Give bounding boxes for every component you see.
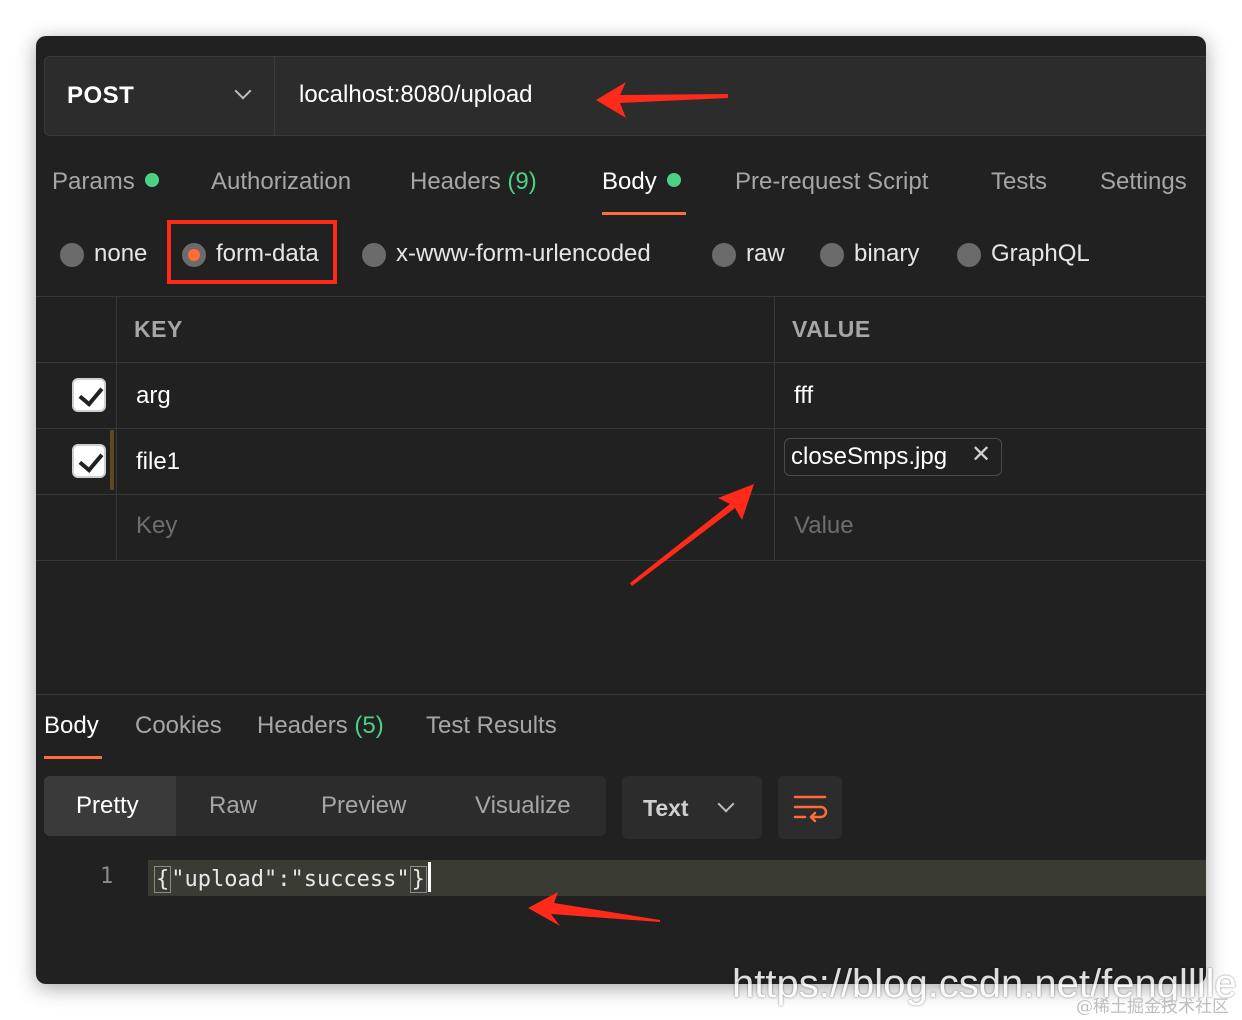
response-tab-body[interactable]: Body [44,712,99,740]
tab-pre-request-script[interactable]: Pre-request Script [735,168,928,196]
wrap-lines-button[interactable] [778,776,842,839]
headers-count: (9) [507,168,537,195]
tab-authorization[interactable]: Authorization [211,168,351,196]
radio-graphql-label: GraphQL [991,240,1090,267]
annotation-arrow-file [630,484,754,586]
radio-circle [712,243,736,267]
annotation-arrow-response [528,892,660,926]
view-visualize[interactable]: Visualize [475,792,571,820]
wrap-lines-icon [793,795,828,823]
table-bottom-border [36,560,1206,561]
text-cursor [427,862,431,892]
new-key-input[interactable]: Key [136,512,177,540]
radio-raw-label: raw [746,240,785,267]
format-dropdown[interactable]: Text [622,776,762,839]
tab-headers-label: Headers [410,168,501,195]
view-pretty[interactable]: Pretty [76,792,139,820]
method-selector[interactable]: POST [45,57,275,135]
table-top-border [36,296,1206,297]
table-row-divider [36,362,1206,363]
tab-body-underline [602,212,686,215]
table-cell-value[interactable]: fff [794,382,813,410]
line-number: 1 [100,864,114,889]
radio-circle [362,243,386,267]
response-code-text: "upload":"success" [171,867,410,892]
view-raw[interactable]: Raw [209,792,257,820]
table-column-divider [116,296,117,560]
format-label: Text [643,795,689,821]
tab-tests[interactable]: Tests [991,168,1047,196]
radio-binary-label: binary [854,240,920,267]
value-column-header: VALUE [792,316,871,342]
chevron-down-icon [234,82,252,100]
response-tab-cookies[interactable]: Cookies [135,712,222,740]
url-input[interactable]: localhost:8080/upload [299,81,533,109]
tab-body-label: Body [602,168,657,195]
table-cell-key[interactable]: arg [136,382,171,410]
brace-open: { [154,866,172,893]
row-checkbox-arg[interactable] [72,378,106,412]
response-code[interactable]: {"upload":"success"} [154,862,431,893]
response-tab-headers[interactable]: Headers (5) [257,712,384,740]
postman-window: POST localhost:8080/upload Params Author… [36,36,1206,984]
response-tab-test-results[interactable]: Test Results [426,712,557,740]
new-value-input[interactable]: Value [794,512,854,540]
params-active-dot [144,173,159,187]
response-headers-count: (5) [354,712,384,739]
response-tab-body-underline [44,756,102,759]
request-url-bar: POST localhost:8080/upload [44,56,1206,136]
chevron-down-icon [717,795,735,813]
brace-close: } [409,866,427,893]
tab-body[interactable]: Body [602,168,681,196]
tab-params[interactable]: Params [52,168,159,196]
watermark-credit: @稀土掘金技术社区 [1076,997,1229,1017]
response-view-switcher: Pretty Raw Preview Visualize [44,776,606,836]
table-column-divider [774,296,775,560]
row-checkbox-file1[interactable] [72,444,106,478]
table-cell-key[interactable]: file1 [136,448,180,476]
body-active-dot [666,173,681,187]
radio-none-label: none [94,240,148,267]
file-chip: closeSmps.jpg ✕ [784,438,1002,476]
tab-params-label: Params [52,168,135,195]
response-tab-headers-label: Headers [257,712,348,739]
view-preview[interactable]: Preview [321,792,406,820]
tab-settings[interactable]: Settings [1100,168,1187,196]
key-column-header: KEY [134,316,183,342]
close-icon[interactable]: ✕ [971,440,991,469]
table-row-divider [36,428,1206,429]
table-row-divider [36,494,1206,495]
file-name: closeSmps.jpg [791,443,948,470]
response-divider [36,694,1206,695]
radio-urlencoded-label: x-www-form-urlencoded [396,240,651,267]
radio-circle [957,243,981,267]
annotation-box [167,220,337,284]
radio-circle [60,243,84,267]
tab-headers[interactable]: Headers (9) [410,168,537,196]
radio-circle [820,243,844,267]
row-drag-handle[interactable] [110,430,114,490]
method-label: POST [67,82,135,109]
